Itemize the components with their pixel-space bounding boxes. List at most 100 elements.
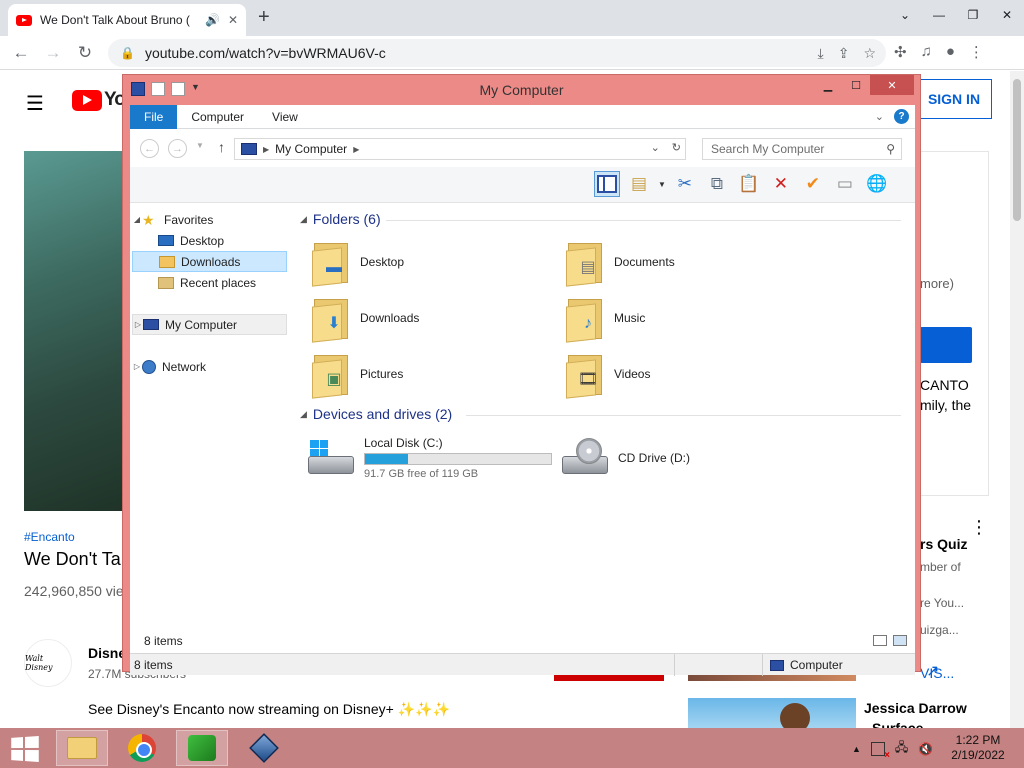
tab-search-button[interactable]: ⌄ xyxy=(888,0,922,30)
recent-locations-icon[interactable]: ▼ xyxy=(196,141,204,150)
rename-check-icon[interactable]: ✔ xyxy=(800,171,826,197)
paste-icon[interactable]: 📋 xyxy=(736,171,762,197)
folder-music[interactable]: ♪ Music xyxy=(564,292,804,344)
details-view-icon[interactable] xyxy=(873,635,887,646)
action-center-flag-icon[interactable] xyxy=(870,741,890,761)
expand-triangle-icon[interactable]: ▷ xyxy=(133,320,143,329)
address-bar[interactable]: 🔒 youtube.com/watch?v=bvWRMAU6V-c ⤓ ⇪ ☆ xyxy=(108,39,886,67)
more-options-icon[interactable]: ⋮ xyxy=(970,517,988,538)
side-cta-button[interactable] xyxy=(920,327,972,363)
cut-icon[interactable]: ✂ xyxy=(672,171,698,197)
extensions-icon[interactable]: ✣ xyxy=(894,43,907,61)
videos-folder-icon: 🎞 xyxy=(564,351,606,399)
properties-panel-icon[interactable]: ▭ xyxy=(832,171,858,197)
bookmark-star-icon[interactable]: ☆ xyxy=(863,45,876,62)
collapse-group-icon[interactable]: ◢ xyxy=(300,409,307,420)
explorer-close-button[interactable]: ✕ xyxy=(870,75,914,95)
close-button[interactable]: ✕ xyxy=(990,0,1024,30)
folders-group-header[interactable]: ◢ Folders (6) xyxy=(300,211,381,227)
collapse-group-icon[interactable]: ◢ xyxy=(300,214,307,225)
taskbar-download-manager[interactable] xyxy=(176,730,228,766)
tab-close-icon[interactable]: ✕ xyxy=(228,13,238,27)
breadcrumb-chevron-icon[interactable]: ▶ xyxy=(353,145,359,154)
install-icon[interactable]: ⤓ xyxy=(818,45,824,62)
tab-view[interactable]: View xyxy=(258,105,312,129)
recommended-thumbnail[interactable] xyxy=(688,698,856,730)
audio-playing-icon[interactable]: 🔊 xyxy=(205,13,220,27)
recommended-title[interactable]: Jessica Darrow xyxy=(864,700,967,716)
profile-avatar-icon[interactable]: ● xyxy=(946,43,955,61)
restore-button[interactable]: ❐ xyxy=(956,0,990,30)
file-explorer-icon xyxy=(67,737,97,759)
share-icon[interactable]: ⇪ xyxy=(838,45,850,62)
sign-in-button[interactable]: SIGN IN xyxy=(916,79,992,119)
show-hidden-icons-icon[interactable]: ▲ xyxy=(852,744,861,754)
network-status-icon[interactable]: 🖧 xyxy=(895,738,908,759)
folder-videos[interactable]: 🎞 Videos xyxy=(564,348,804,400)
explorer-maximize-button[interactable]: ☐ xyxy=(842,75,870,95)
browser-tab[interactable]: We Don't Talk About Bruno ( 🔊 ✕ xyxy=(8,4,246,36)
explorer-titlebar[interactable]: ▼ My Computer ▁ ☐ ✕ xyxy=(123,75,920,105)
folder-desktop[interactable]: ▬ Desktop xyxy=(310,236,550,288)
explorer-search-input[interactable]: Search My Computer ⚲ xyxy=(702,138,902,160)
network-globe-icon[interactable]: 🌐 xyxy=(864,171,890,197)
delete-icon[interactable]: ✕ xyxy=(768,171,794,197)
tab-computer[interactable]: Computer xyxy=(177,105,258,129)
expand-triangle-icon[interactable]: ▷ xyxy=(132,362,142,371)
taskbar-file-explorer[interactable] xyxy=(56,730,108,766)
video-hashtag[interactable]: #Encanto xyxy=(24,530,75,544)
forward-arrow-icon[interactable]: → xyxy=(42,42,64,64)
breadcrumb-separator-icon[interactable]: ▶ xyxy=(263,145,269,154)
taskbar-clock[interactable]: 1:22 PM 2/19/2022 xyxy=(946,733,1010,763)
reload-icon[interactable]: ↻ xyxy=(74,42,96,64)
folder-documents[interactable]: ▤ Documents xyxy=(564,236,804,288)
network-icon xyxy=(142,359,156,374)
external-link-icon[interactable]: ↗ xyxy=(926,661,939,681)
drive-local-disk-c[interactable]: Local Disk (C:) 91.7 GB free of 119 GB xyxy=(308,432,558,484)
folder-pictures[interactable]: ▣ Pictures xyxy=(310,348,550,400)
folder-downloads[interactable]: ⬇ Downloads xyxy=(310,292,550,344)
copy-icon[interactable]: ⧉ xyxy=(704,171,730,197)
view-options-icon[interactable]: ▤ xyxy=(626,171,652,197)
nav-my-computer[interactable]: ▷ My Computer xyxy=(132,314,287,335)
collapse-triangle-icon[interactable]: ◢ xyxy=(132,215,142,224)
scrollbar-thumb[interactable] xyxy=(1013,79,1021,221)
devices-group-header[interactable]: ◢ Devices and drives (2) xyxy=(300,406,452,422)
expand-ribbon-icon[interactable]: ⌄ xyxy=(875,110,884,123)
nav-recent-places[interactable]: Recent places xyxy=(132,272,287,293)
channel-name[interactable]: Disney xyxy=(88,645,124,661)
search-icon[interactable]: ⚲ xyxy=(886,142,895,156)
explorer-back-icon[interactable]: ← xyxy=(140,139,159,158)
ribbon-right-controls: ⌄ ? xyxy=(875,109,909,124)
hamburger-menu-icon[interactable]: ☰ xyxy=(26,91,44,116)
breadcrumb-my-computer[interactable]: My Computer xyxy=(275,142,347,156)
chrome-menu-icon[interactable]: ⋮ xyxy=(969,43,984,61)
start-button-icon[interactable] xyxy=(11,736,39,762)
nav-downloads[interactable]: Downloads xyxy=(132,251,287,272)
taskbar-virtualbox[interactable] xyxy=(238,730,290,766)
explorer-address-box[interactable]: ▶ My Computer ▶ ⌄ ↻ xyxy=(234,138,686,160)
channel-avatar[interactable]: Walt Disney xyxy=(24,639,72,687)
explorer-minimize-button[interactable]: ▁ xyxy=(814,75,842,95)
nav-favorites[interactable]: ◢ ★ Favorites xyxy=(132,209,287,230)
view-dropdown-icon[interactable]: ▼ xyxy=(658,180,666,189)
address-dropdown-icon[interactable]: ⌄ xyxy=(651,141,660,154)
volume-muted-icon[interactable]: 🔇 xyxy=(918,742,933,756)
navigation-pane-button[interactable] xyxy=(594,171,620,197)
refresh-icon[interactable]: ↻ xyxy=(672,141,681,154)
new-tab-button[interactable]: + xyxy=(258,6,270,29)
help-icon[interactable]: ? xyxy=(894,109,909,124)
taskbar-chrome[interactable] xyxy=(116,730,168,766)
media-control-icon[interactable]: ♫ xyxy=(921,43,932,61)
minimize-button[interactable]: — xyxy=(922,0,956,30)
back-arrow-icon[interactable]: ← xyxy=(10,42,32,64)
large-icons-view-icon[interactable] xyxy=(893,635,907,646)
video-player[interactable] xyxy=(24,151,126,511)
up-arrow-icon[interactable]: ↑ xyxy=(218,139,225,155)
nav-desktop[interactable]: Desktop xyxy=(132,230,287,251)
explorer-forward-icon[interactable]: → xyxy=(168,139,187,158)
tab-file[interactable]: File xyxy=(130,105,178,129)
nav-network[interactable]: ▷ Network xyxy=(132,356,287,377)
search-placeholder: Search My Computer xyxy=(711,142,825,156)
drive-cd-d[interactable]: CD Drive (D:) xyxy=(562,432,812,484)
